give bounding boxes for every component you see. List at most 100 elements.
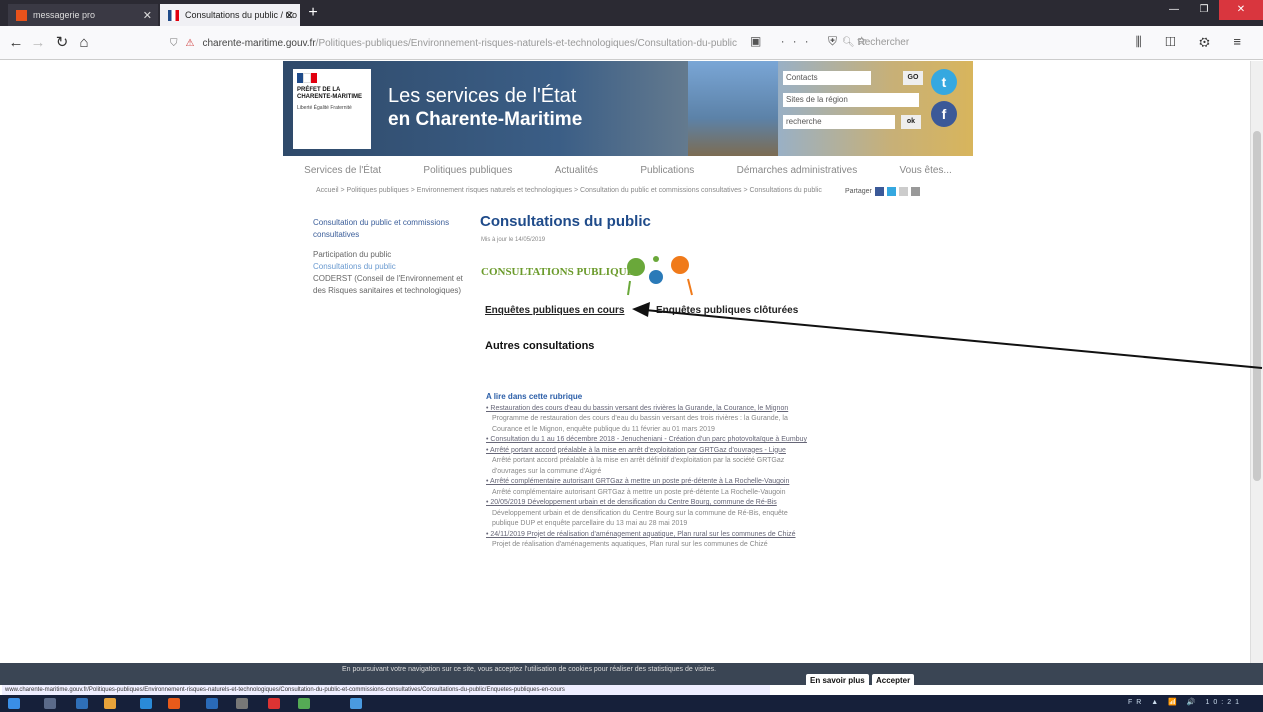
window-controls: — ❐ ✕ [1159,0,1263,20]
messagerie-favicon-icon [16,9,27,21]
consultations-publiques-label: CONSULTATIONS PUBLIQUES [481,266,641,278]
site-title-line2: en Charente-Maritime [388,109,583,130]
app-icon[interactable] [236,698,248,709]
flag-icon [297,73,317,83]
cookie-banner: En poursuivant votre navigation sur ce s… [0,663,1263,688]
taskview-icon[interactable] [44,698,56,709]
main-navigation: Services de l'État Politiques publiques … [283,159,973,181]
rubrique-item-link[interactable]: • 24/11/2019 Projet de réalisation d'amé… [486,530,808,541]
rubrique-item-desc: Arrêté portant accord préalable à la mis… [492,457,785,475]
search-ok-button[interactable]: ok [901,115,921,129]
logo-motto: Liberté Égalité Fraternité [297,105,352,111]
page-title: Consultations du public [480,213,651,230]
page-scrollbar[interactable] [1250,61,1263,663]
explorer-icon[interactable] [104,698,116,709]
app-icon[interactable] [268,698,280,709]
prefecture-logo[interactable]: PRÉFET DE LA CHARENTE-MARITIME Liberté É… [293,69,371,149]
tab-bar: messagerie pro ✕ Consultations du public… [0,0,1263,26]
tab-consultations[interactable]: Consultations du public / Co ✕ [160,4,300,26]
lock-insecure-icon: ⚠ [185,37,195,49]
contacts-go-button[interactable]: GO [903,71,923,85]
search-icon: 🔍︎ [842,37,858,48]
rubrique-item-link[interactable]: • Restauration des cours d'eau du bassin… [486,404,808,415]
sites-region-select[interactable]: Sites de la région [783,93,919,107]
rubrique-item-link[interactable]: • Arrêté portant accord préalable à la m… [486,446,808,457]
rubrique-item-desc: Développement urbain et de densification… [492,509,788,528]
url-path: /Politiques-publiques/Environnement-risq… [315,37,738,49]
start-icon[interactable] [8,698,20,709]
status-bar-url: www.charente-maritime.gouv.fr/Politiques… [2,685,770,695]
web-page: PRÉFET DE LA CHARENTE-MARITIME Liberté É… [0,61,1250,663]
app-icon[interactable] [350,698,362,709]
twitter-icon[interactable]: t [931,69,957,95]
enquetes-en-cours-link[interactable]: Enquêtes publiques en cours [485,305,624,316]
forward-arrow-icon[interactable]: → [28,34,48,52]
nav-item[interactable]: Politiques publiques [423,165,512,176]
email-share-icon[interactable] [898,187,908,196]
minimize-button[interactable]: — [1159,0,1189,20]
tab-title: messagerie pro [33,10,96,20]
shield-icon: ⛉ [170,37,178,49]
app-icon[interactable] [298,698,310,709]
outlook-icon[interactable] [140,698,152,709]
cookie-text: En poursuivant votre navigation sur ce s… [342,666,717,673]
edge-icon[interactable] [76,698,88,709]
rubrique-item-link[interactable]: • Arrêté complémentaire autorisant GRTGa… [486,477,808,488]
rubrique-item-desc: Programme de restauration des cours d'ea… [492,415,788,433]
system-tray[interactable]: FR ▲ 📶 🔊 10:21 [1128,698,1243,706]
sidebar-item[interactable]: CODERST (Conseil de l'Environnement et d… [313,273,473,297]
site-title-line1: Les services de l'État [388,85,577,107]
print-icon[interactable] [910,187,920,196]
sidebar-heading[interactable]: Consultation du public et commissions co… [313,217,473,241]
lighthouse-photo [688,61,778,156]
back-arrow-icon[interactable]: ← [6,34,26,52]
sidebar-item-active[interactable]: Consultations du public [313,261,473,273]
scrollbar-thumb[interactable] [1253,131,1261,481]
nav-item[interactable]: Publications [640,165,694,176]
toolbar-icons[interactable]: ⫼ ◫ ⚙ ≡ [1136,34,1251,50]
share-label: Partager [845,188,872,195]
autres-consultations-link[interactable]: Autres consultations [485,340,594,352]
close-tab-icon[interactable]: ✕ [143,9,152,22]
cookie-accept-button[interactable]: Accepter [872,674,915,688]
twitter-share-icon[interactable] [886,187,896,196]
reload-icon[interactable]: ↻ [52,34,72,52]
rubrique-item-desc: Projet de réalisation d'aménagements aqu… [492,541,768,548]
nav-item[interactable]: Services de l'État [304,165,381,176]
breadcrumb[interactable]: Accueil > Politiques publiques > Environ… [316,186,826,195]
close-window-button[interactable]: ✕ [1219,0,1263,20]
browser-search-input[interactable]: 🔍︎ Rechercher [838,32,978,54]
close-tab-icon[interactable]: ✕ [285,9,294,22]
home-icon[interactable]: ⌂ [74,34,94,52]
site-banner: PRÉFET DE LA CHARENTE-MARITIME Liberté É… [283,61,973,156]
update-date: Mis à jour le 14/05/2019 [481,237,546,243]
rubrique-item-link[interactable]: • Consultation du 1 au 16 décembre 2018 … [486,435,808,446]
url-domain: charente-maritime.gouv.fr [202,37,316,49]
new-tab-button[interactable]: + [304,4,322,22]
navigation-bar: ← → ↻ ⌂ ⛉ ⚠ charente-maritime.gouv.fr /P… [0,26,1263,60]
nav-item[interactable]: Actualités [555,165,598,176]
rubrique-list: A lire dans cette rubrique • Restauratio… [486,392,808,551]
facebook-icon[interactable]: f [931,101,957,127]
share-bar: Partager [845,187,920,196]
firefox-icon[interactable] [168,698,180,709]
rubrique-item-link[interactable]: • 20/05/2019 Développement urbain et de … [486,498,808,509]
word-icon[interactable] [206,698,218,709]
sidebar-item[interactable]: Participation du public [313,249,473,261]
contacts-select[interactable]: Contacts [783,71,871,85]
gouv-favicon-icon [168,9,179,21]
sidebar: Consultation du public et commissions co… [313,217,473,297]
rubrique-item-desc: Arrêté complémentaire autorisant GRTGaz … [492,488,786,496]
enquetes-cloturees-link[interactable]: Enquêtes publiques clôturées [656,305,798,316]
tab-messagerie[interactable]: messagerie pro ✕ [8,4,158,26]
cookie-more-button[interactable]: En savoir plus [806,674,869,688]
rubrique-title: A lire dans cette rubrique [486,392,583,401]
nav-item[interactable]: Démarches administratives [737,165,858,176]
facebook-share-icon[interactable] [874,187,884,196]
maximize-button[interactable]: ❐ [1189,0,1219,20]
tab-title: Consultations du public / Co [185,10,298,20]
consultations-publiques-icon [627,256,693,296]
taskbar: FR ▲ 📶 🔊 10:21 [0,695,1263,712]
nav-item[interactable]: Vous êtes... [900,165,952,176]
site-search-input[interactable]: recherche [783,115,895,129]
